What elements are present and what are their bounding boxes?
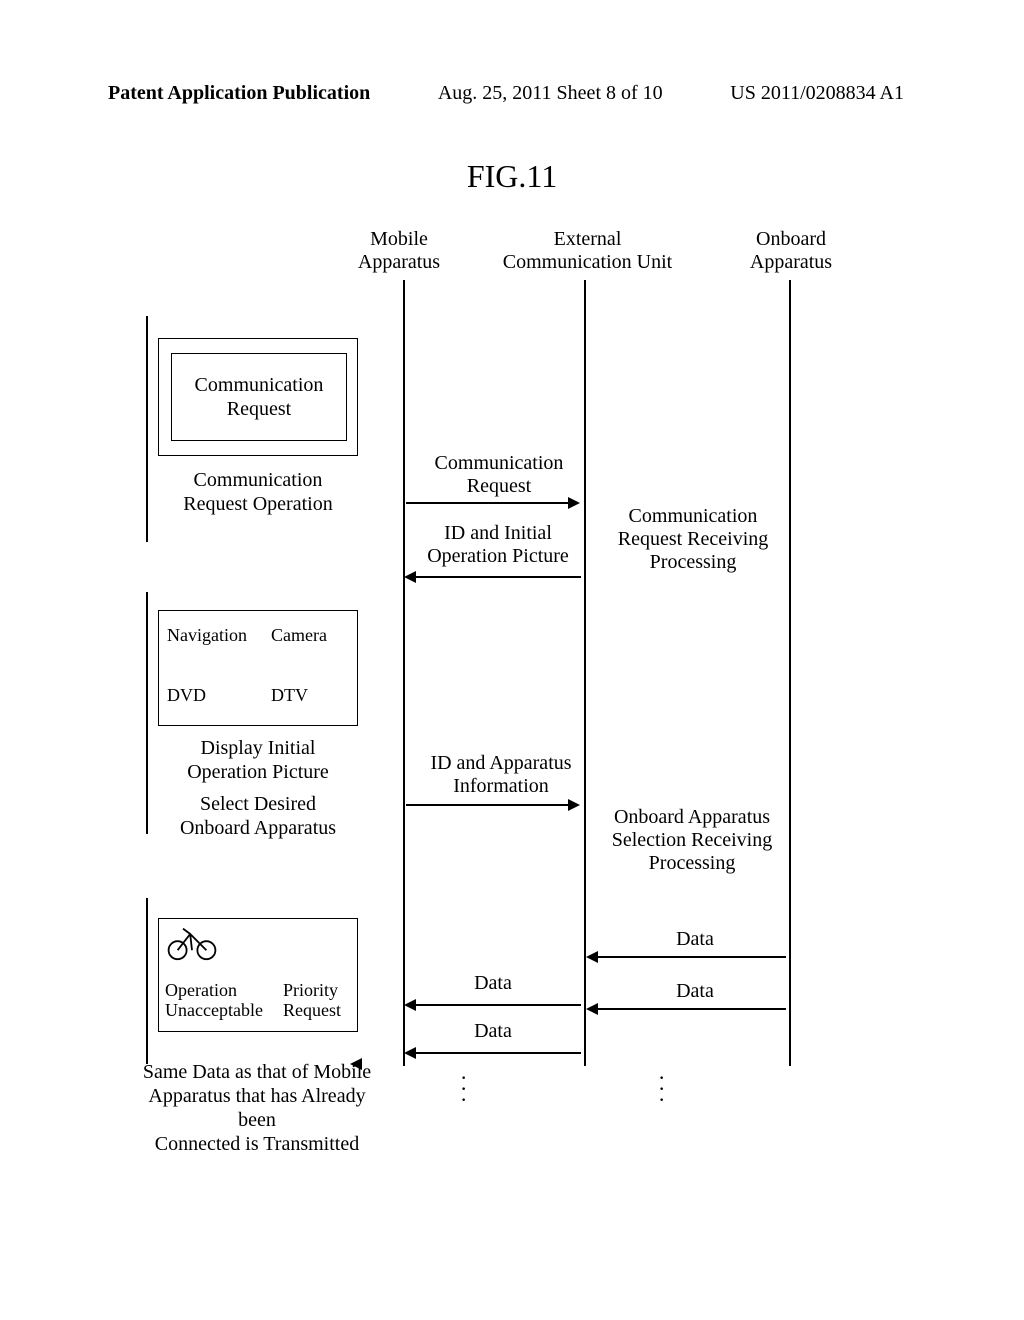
msg-id-appinfo: ID and ApparatusInformation (416, 752, 586, 798)
lane-label-external: ExternalCommunication Unit (485, 228, 690, 274)
screen-3-caption: Same Data as that of MobileApparatus tha… (128, 1060, 386, 1156)
screen-1-caption: CommunicationRequest Operation (158, 468, 358, 516)
msg-id-initial: ID and InitialOperation Picture (414, 522, 582, 568)
screen-1-inner: CommunicationRequest (171, 353, 347, 441)
screen-2-item-1: Camera (271, 625, 327, 646)
lifeline-external (584, 280, 586, 1066)
bicycle-icon (165, 925, 219, 961)
header-right: US 2011/0208834 A1 (730, 82, 904, 105)
arrow-id-appinfo (406, 804, 578, 806)
vdots-2: ··· (658, 1072, 665, 1105)
header-left: Patent Application Publication (108, 82, 370, 105)
arrow-data-3 (406, 1004, 581, 1006)
screen-2-item-2: DVD (167, 685, 206, 706)
label-sel-recv: Onboard ApparatusSelection ReceivingProc… (592, 806, 792, 875)
screen-2-item-3: DTV (271, 685, 308, 706)
screen-2-item-0: Navigation (167, 625, 247, 646)
lane-label-onboard: OnboardApparatus (736, 228, 846, 274)
label-comm-recv: CommunicationRequest ReceivingProcessing (598, 505, 788, 574)
header-mid: Aug. 25, 2011 Sheet 8 of 10 (438, 82, 663, 105)
arrow-id-initial (406, 576, 581, 578)
vdots-1: ··· (460, 1072, 467, 1105)
bracket-1 (146, 316, 148, 542)
priority-request: PriorityRequest (283, 981, 341, 1021)
screen-3: OperationUnacceptable PriorityRequest (158, 918, 358, 1032)
op-unacceptable: OperationUnacceptable (165, 981, 263, 1021)
arrow-data-1 (588, 956, 786, 958)
screen-2-caption-1: Display InitialOperation Picture (158, 736, 358, 784)
figure-title: FIG.11 (0, 158, 1024, 195)
lifeline-onboard (789, 280, 791, 1066)
screen-2-caption-2: Select DesiredOnboard Apparatus (158, 792, 358, 840)
msg-comm-request: CommunicationRequest (420, 452, 578, 498)
screen-2: Navigation Camera DVD DTV (158, 610, 358, 726)
msg-data-1: Data (620, 928, 770, 951)
arrow-data-2 (588, 1008, 786, 1010)
arrow-data-4 (406, 1052, 581, 1054)
msg-data-3: Data (428, 972, 558, 995)
bracket-2 (146, 592, 148, 834)
arrow-comm-request (406, 502, 578, 504)
lifeline-mobile (403, 280, 405, 1066)
page-header: Patent Application Publication Aug. 25, … (108, 82, 904, 105)
msg-data-2: Data (620, 980, 770, 1003)
msg-data-4: Data (428, 1020, 558, 1043)
bracket-3 (146, 898, 148, 1064)
lane-label-mobile: MobileApparatus (344, 228, 454, 274)
screen-1: CommunicationRequest (158, 338, 358, 456)
